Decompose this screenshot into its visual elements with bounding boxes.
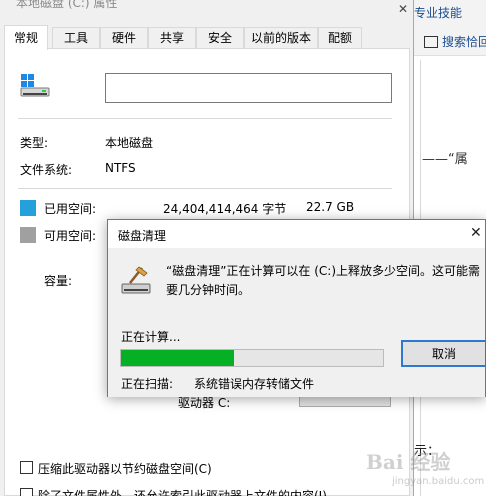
tab-security[interactable]: 安全	[196, 27, 244, 49]
background-link-skills[interactable]: 专业技能	[414, 4, 462, 21]
scanning-label: 正在扫描:	[121, 377, 174, 391]
index-label: 除了文件属性外，还允许索引此驱动器上文件的内容(I)	[38, 489, 327, 496]
calculating-label: 正在计算...	[121, 330, 181, 344]
used-space-swatch	[20, 200, 36, 216]
local-disk-icon	[20, 74, 50, 97]
free-space-swatch	[20, 227, 36, 243]
background-link-search[interactable]: 搜索恰回	[424, 33, 486, 50]
tab-general[interactable]: 常规	[4, 25, 48, 50]
disk-cleanup-icon	[121, 266, 151, 294]
dialog-title: 磁盘清理	[118, 229, 167, 243]
tab-quota[interactable]: 配额	[318, 27, 362, 49]
capacity-label: 容量:	[44, 274, 73, 288]
drive-name-input[interactable]	[105, 73, 392, 103]
type-value: 本地磁盘	[105, 136, 154, 150]
type-label: 类型:	[20, 136, 49, 150]
used-space-gb: 22.7 GB	[306, 200, 355, 214]
dialog-close-icon[interactable]: ✕	[470, 222, 486, 244]
baidu-watermark-url: jingyan.baidu.com	[392, 476, 485, 487]
search-box-icon	[424, 36, 438, 48]
progress-bar-fill	[121, 350, 234, 366]
background-link-search-label: 搜索恰回	[442, 35, 486, 49]
compress-label: 压缩此驱动器以节约磁盘空间(C)	[38, 462, 212, 476]
tab-sharing[interactable]: 共享	[148, 27, 196, 49]
compress-checkbox[interactable]	[20, 461, 33, 474]
free-space-label: 可用空间:	[44, 229, 97, 243]
index-checkbox[interactable]	[20, 488, 33, 496]
separator	[18, 118, 392, 119]
window-title: 本地磁盘 (C:) 属性	[16, 0, 118, 10]
progress-bar	[120, 349, 384, 367]
baidu-watermark: Bai 经验	[366, 450, 451, 474]
dialog-message: “磁盘清理”正在计算可以在 (C:)上释放多少空间。这可能需要几分钟时间。	[166, 264, 481, 297]
tab-tools[interactable]: 工具	[52, 27, 100, 49]
filesystem-label: 文件系统:	[20, 163, 73, 177]
filesystem-value: NTFS	[105, 161, 136, 175]
properties-close-icon[interactable]: ✕	[392, 0, 414, 18]
used-space-bytes: 24,404,414,464 字节	[163, 202, 287, 216]
tab-hardware[interactable]: 硬件	[100, 27, 148, 49]
tab-previous-versions[interactable]: 以前的版本	[244, 27, 318, 49]
used-space-label: 已用空间:	[44, 202, 97, 216]
disk-cleanup-dialog: 磁盘清理 ✕ “磁盘清理”正在计算可以在 (C:)上释放多少空间。这可能需要几分…	[107, 219, 486, 397]
scanning-value: 系统错误内存转储文件	[194, 377, 315, 391]
cancel-button[interactable]: 取消	[401, 340, 486, 367]
dialog-body: “磁盘清理”正在计算可以在 (C:)上释放多少空间。这可能需要几分钟时间。 正在…	[108, 248, 486, 397]
background-quote-text: ——“属	[422, 152, 468, 167]
separator	[18, 188, 392, 189]
